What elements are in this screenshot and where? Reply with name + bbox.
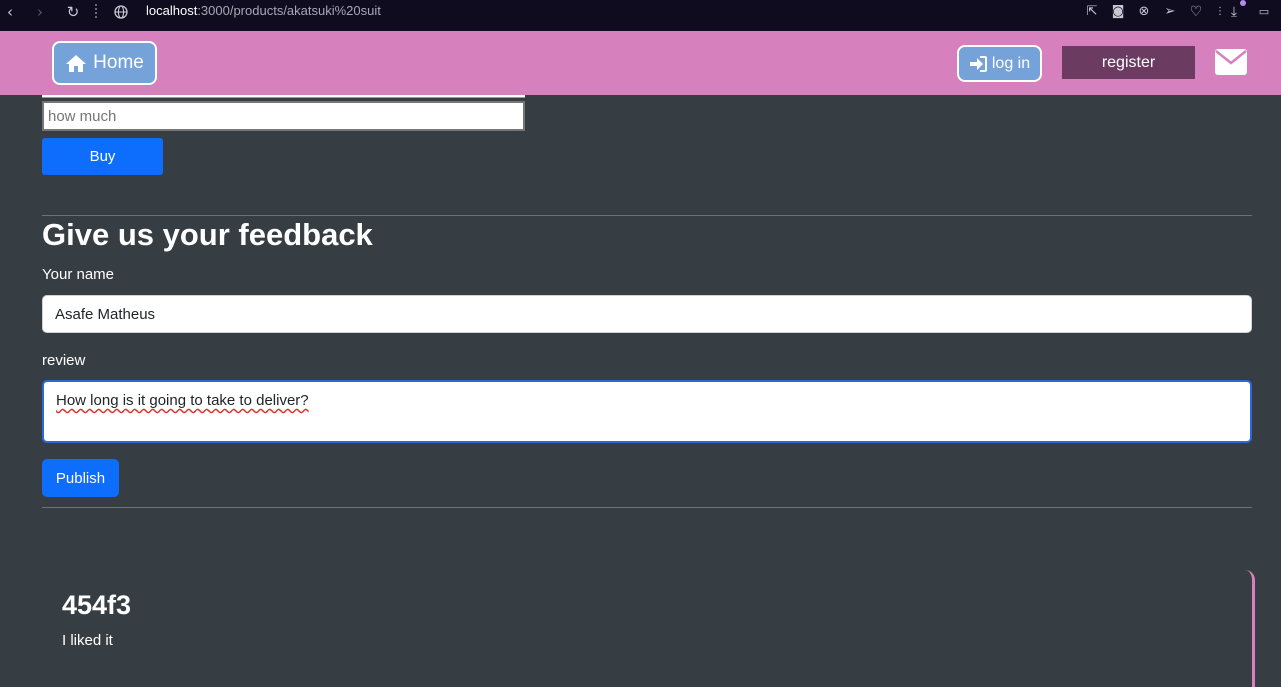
name-label: Your name <box>42 266 114 283</box>
register-button[interactable]: register <box>1062 46 1195 79</box>
notification-dot <box>1240 0 1246 6</box>
envelope-icon[interactable] <box>1215 49 1247 75</box>
camera-icon[interactable]: ◙ <box>1110 0 1126 23</box>
review-author: 454f3 <box>62 590 132 620</box>
site-info-icon[interactable] <box>112 0 130 23</box>
review-textarea[interactable]: How long is it going to take to deliver? <box>42 380 1252 443</box>
reload-icon[interactable]: ↻ <box>64 0 82 23</box>
back-icon[interactable]: ‹ <box>2 0 18 23</box>
menu-dots-icon[interactable]: ⋮ <box>1214 0 1226 23</box>
toolbar-divider <box>95 4 97 18</box>
heart-icon[interactable]: ♡ <box>1188 0 1204 23</box>
site-navbar: Home log in register <box>0 31 1281 95</box>
login-label: log in <box>991 54 1031 72</box>
home-label: Home <box>93 52 144 73</box>
url-host: localhost <box>146 3 198 18</box>
review-body: I liked it <box>62 632 113 649</box>
buy-button[interactable]: Buy <box>42 138 163 175</box>
forward-icon[interactable]: › <box>32 0 48 23</box>
review-label: review <box>42 352 86 369</box>
register-label: register <box>1101 53 1156 71</box>
feedback-title: Give us your feedback <box>42 217 373 252</box>
sign-in-icon <box>969 55 987 72</box>
name-input[interactable] <box>42 295 1252 333</box>
previous-field-edge <box>42 95 525 98</box>
share-icon[interactable]: ⇱ <box>1084 0 1100 23</box>
publish-button[interactable]: Publish <box>42 459 119 497</box>
block-icon[interactable]: ⊗ <box>1136 0 1152 23</box>
home-icon <box>66 54 87 72</box>
send-icon[interactable]: ➢ <box>1162 0 1178 23</box>
quantity-input[interactable] <box>42 101 525 131</box>
battery-icon: ▭ <box>1258 5 1270 18</box>
review-text: How long is it going to take to deliver? <box>56 392 309 409</box>
login-button[interactable]: log in <box>957 45 1042 82</box>
divider <box>42 215 1252 216</box>
address-bar[interactable]: localhost:3000/products/akatsuki%20suit <box>146 3 381 18</box>
url-path: :3000/products/akatsuki%20suit <box>197 3 381 18</box>
review-card: 454f3 I liked it <box>42 570 1255 687</box>
browser-toolbar: ‹ › ↻ localhost:3000/products/akatsuki%2… <box>0 0 1281 31</box>
home-button[interactable]: Home <box>52 41 157 85</box>
divider <box>42 507 1252 508</box>
